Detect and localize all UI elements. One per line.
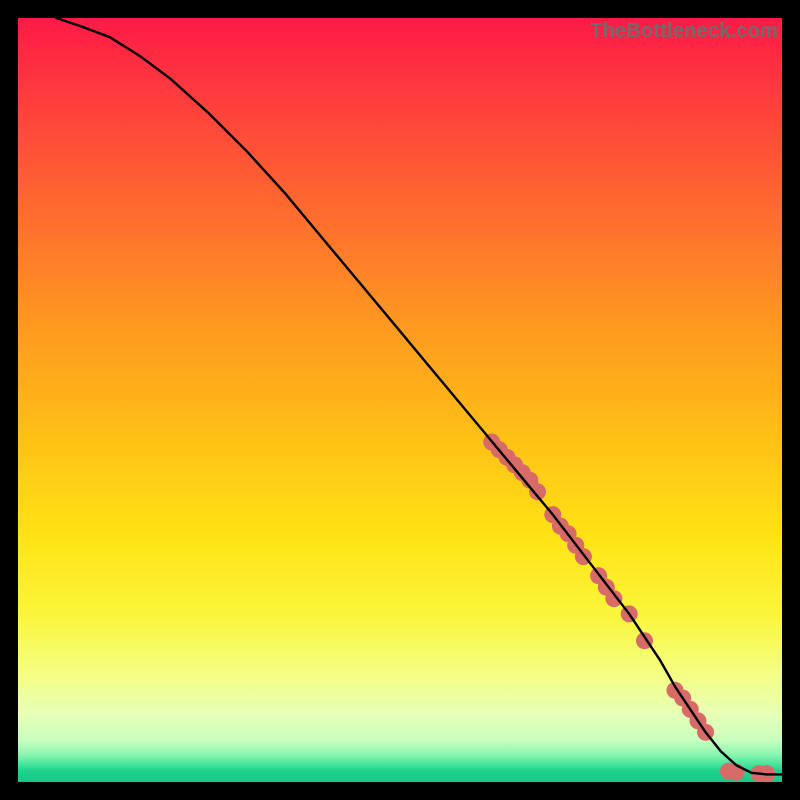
chart-background bbox=[18, 18, 782, 782]
watermark-text: TheBottleneck.com bbox=[590, 20, 778, 43]
chart-frame: TheBottleneck.com bbox=[18, 18, 782, 782]
chart-svg bbox=[18, 18, 782, 782]
